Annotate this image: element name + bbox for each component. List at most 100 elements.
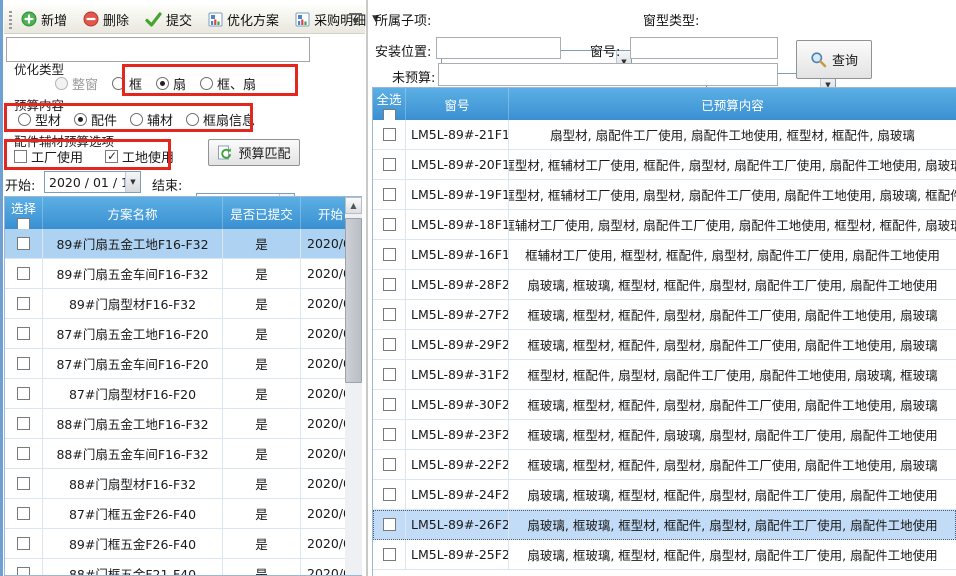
- plan-name-column-header[interactable]: 方案名称: [43, 197, 223, 229]
- budget-table-row[interactable]: LM5L-89#-18F16框辅材工厂使用, 扇型材, 扇配件工厂使用, 扇配件…: [373, 210, 956, 240]
- row-select-cell[interactable]: [373, 270, 406, 300]
- query-button[interactable]: 查询: [796, 40, 872, 79]
- row-select-cell[interactable]: [373, 420, 406, 450]
- row-checkbox[interactable]: [17, 357, 30, 370]
- checkbox-factory-use[interactable]: 工厂使用: [14, 147, 83, 166]
- budget-table-row[interactable]: LM5L-89#-23F21框玻璃, 框型材, 框配件, 扇玻璃, 扇型材, 扇…: [373, 420, 956, 450]
- radio-option-frame-sash-info[interactable]: 框扇信息: [186, 110, 255, 129]
- window-no-column-header[interactable]: 窗号: [406, 88, 509, 120]
- row-select-cell[interactable]: [373, 150, 406, 180]
- install-position-input[interactable]: [436, 37, 561, 59]
- plan-table-row[interactable]: 89#门框五金F26-F40是2020/0: [5, 529, 361, 559]
- row-checkbox[interactable]: [383, 188, 396, 201]
- row-checkbox[interactable]: [383, 248, 396, 261]
- row-checkbox[interactable]: [17, 447, 30, 460]
- budget-table-row[interactable]: LM5L-89#-19F17框型材, 框辅材工厂使用, 扇型材, 扇配件工厂使用…: [373, 180, 956, 210]
- row-select-cell[interactable]: [373, 120, 406, 150]
- row-select-cell[interactable]: [5, 469, 43, 499]
- row-checkbox[interactable]: [383, 368, 396, 381]
- row-checkbox[interactable]: [17, 507, 30, 520]
- row-select-cell[interactable]: [373, 480, 406, 510]
- row-select-cell[interactable]: [5, 229, 43, 259]
- budget-table-row[interactable]: LM5L-89#-26F24扇玻璃, 框玻璃, 框型材, 框配件, 扇型材, 扇…: [373, 510, 956, 540]
- radio-option-frame-sash[interactable]: 框、扇: [200, 74, 256, 93]
- budget-table-row[interactable]: LM5L-89#-30F28框玻璃, 框型材, 框配件, 扇型材, 扇配件工厂使…: [373, 390, 956, 420]
- row-select-cell[interactable]: [5, 379, 43, 409]
- row-checkbox[interactable]: [17, 267, 30, 280]
- plan-table-row[interactable]: 88#门扇型材F16-F32是2020/0: [5, 469, 361, 499]
- row-select-cell[interactable]: [5, 409, 43, 439]
- radio-icon[interactable]: [112, 77, 125, 90]
- row-select-cell[interactable]: [5, 439, 43, 469]
- row-checkbox[interactable]: [383, 398, 396, 411]
- row-checkbox[interactable]: [17, 237, 30, 250]
- plan-table-row[interactable]: 89#门扇五金工地F16-F32是2020/0: [5, 229, 361, 259]
- radio-icon[interactable]: [156, 77, 169, 90]
- row-checkbox[interactable]: [17, 567, 30, 576]
- budget-table-row[interactable]: LM5L-89#-31F29框型材, 框配件, 扇型材, 扇配件工厂使用, 扇配…: [373, 360, 956, 390]
- row-select-cell[interactable]: [373, 180, 406, 210]
- row-select-cell[interactable]: [5, 529, 43, 559]
- radio-option-profile[interactable]: 型材: [18, 110, 61, 129]
- row-select-cell[interactable]: [373, 210, 406, 240]
- row-select-cell[interactable]: [373, 300, 406, 330]
- checkbox-icon[interactable]: [105, 150, 118, 163]
- select-all-checkbox[interactable]: [383, 109, 396, 120]
- select-all-checkbox[interactable]: [17, 218, 30, 229]
- plan-table-row[interactable]: 87#门扇五金工地F16-F20是2020/0: [5, 319, 361, 349]
- row-checkbox[interactable]: [383, 218, 396, 231]
- row-checkbox[interactable]: [383, 548, 396, 561]
- plan-table-row[interactable]: 87#门框五金F26-F40是2020/0: [5, 499, 361, 529]
- row-checkbox[interactable]: [383, 308, 396, 321]
- plan-table-row[interactable]: 87#门扇型材F16-F20是2020/0: [5, 379, 361, 409]
- row-checkbox[interactable]: [17, 417, 30, 430]
- row-checkbox[interactable]: [17, 297, 30, 310]
- scrollbar-thumb[interactable]: [345, 218, 362, 383]
- row-select-cell[interactable]: [373, 330, 406, 360]
- optimize-plan-button[interactable]: 优化方案: [201, 6, 286, 33]
- row-select-cell[interactable]: [373, 450, 406, 480]
- purchase-detail-button[interactable]: 采购明细 ▼: [288, 6, 386, 33]
- row-select-cell[interactable]: [373, 540, 406, 570]
- radio-option-auxiliary[interactable]: 辅材: [130, 110, 173, 129]
- radio-icon[interactable]: [74, 113, 87, 126]
- plan-table-row[interactable]: 89#门扇五金车间F16-F32是2020/0: [5, 259, 361, 289]
- plan-table-row[interactable]: 88#门扇五金车间F16-F32是2020/0: [5, 439, 361, 469]
- row-select-cell[interactable]: [5, 499, 43, 529]
- row-checkbox[interactable]: [383, 128, 396, 141]
- radio-option-frame[interactable]: 框: [112, 74, 142, 93]
- plan-table-row[interactable]: 88#门扇五金工地F16-F32是2020/0: [5, 409, 361, 439]
- row-checkbox[interactable]: [17, 387, 30, 400]
- row-checkbox[interactable]: [17, 537, 30, 550]
- row-checkbox[interactable]: [383, 458, 396, 471]
- row-checkbox[interactable]: [383, 518, 396, 531]
- radio-option-sash[interactable]: 扇: [156, 74, 186, 93]
- row-select-cell[interactable]: [373, 390, 406, 420]
- chevron-down-icon[interactable]: ▼: [125, 172, 140, 192]
- budget-table-row[interactable]: LM5L-89#-20F18框型材, 框辅材工厂使用, 框配件, 扇型材, 扇配…: [373, 150, 956, 180]
- window-no-input[interactable]: [630, 37, 778, 59]
- scroll-up-icon[interactable]: ▲: [345, 197, 362, 214]
- row-select-cell[interactable]: [5, 319, 43, 349]
- row-select-cell[interactable]: [5, 259, 43, 289]
- row-select-cell[interactable]: [5, 289, 43, 319]
- radio-icon[interactable]: [186, 113, 199, 126]
- budget-match-button[interactable]: 预算匹配: [208, 139, 300, 166]
- delete-button[interactable]: 删除: [76, 6, 136, 33]
- budget-table-row[interactable]: LM5L-89#-21F19扇型材, 扇配件工厂使用, 扇配件工地使用, 框型材…: [373, 120, 956, 150]
- radio-icon[interactable]: [18, 113, 31, 126]
- row-checkbox[interactable]: [383, 488, 396, 501]
- row-checkbox[interactable]: [383, 428, 396, 441]
- row-checkbox[interactable]: [383, 278, 396, 291]
- plan-table-row[interactable]: 87#门扇五金车间F16-F20是2020/0: [5, 349, 361, 379]
- budget-table-row[interactable]: LM5L-89#-28F26扇玻璃, 框玻璃, 框型材, 框配件, 扇型材, 扇…: [373, 270, 956, 300]
- budget-table-row[interactable]: LM5L-89#-24F22扇玻璃, 框玻璃, 框型材, 框配件, 扇型材, 扇…: [373, 480, 956, 510]
- submitted-column-header[interactable]: 是否已提交: [223, 197, 301, 229]
- date-start-picker[interactable]: 2020 / 01 / 1 ▼: [44, 171, 141, 193]
- budgeted-content-column-header[interactable]: 已预算内容: [509, 88, 956, 120]
- row-checkbox[interactable]: [383, 158, 396, 171]
- radio-icon[interactable]: [130, 113, 143, 126]
- budget-table-row[interactable]: LM5L-89#-27F25框玻璃, 框型材, 框配件, 扇型材, 扇配件工厂使…: [373, 300, 956, 330]
- checkbox-icon[interactable]: [14, 150, 27, 163]
- checkbox-site-use[interactable]: 工地使用: [105, 147, 174, 166]
